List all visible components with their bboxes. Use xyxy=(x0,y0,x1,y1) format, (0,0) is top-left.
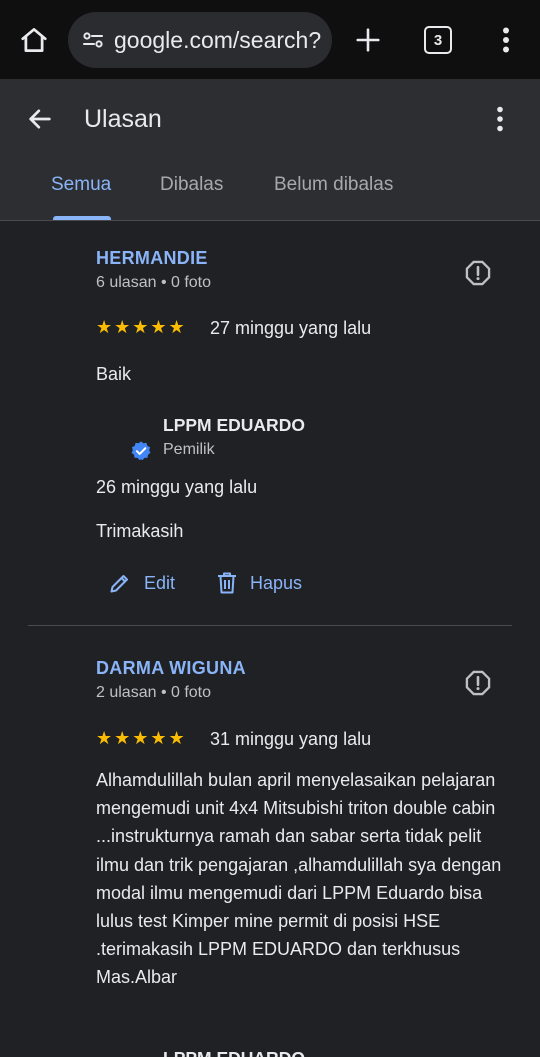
tab-switcher-button[interactable]: 3 xyxy=(424,26,452,54)
delete-label: Hapus xyxy=(250,572,303,593)
verified-badge-icon xyxy=(131,441,151,461)
reviewer-meta: 6 ulasan • 0 foto xyxy=(96,274,212,291)
reviewer-name[interactable]: DARMA WIGUNA xyxy=(96,658,246,679)
trash-icon xyxy=(218,572,236,594)
more-options-icon[interactable] xyxy=(488,103,512,135)
reviewer-meta: 2 ulasan • 0 foto xyxy=(96,684,212,701)
page-title: Ulasan xyxy=(84,105,162,133)
reply-text: Trimakasih xyxy=(96,521,184,541)
pencil-icon xyxy=(110,575,128,593)
review-time: 31 minggu yang lalu xyxy=(210,729,372,749)
url-text: google.com/search? xyxy=(114,26,322,53)
active-tab-indicator xyxy=(53,216,111,220)
reply-time: 26 minggu yang lalu xyxy=(96,477,258,497)
address-bar[interactable]: google.com/search? xyxy=(68,12,332,68)
edit-reply-button[interactable]: Edit xyxy=(108,571,175,595)
review-text: Baik xyxy=(96,364,132,384)
report-icon[interactable] xyxy=(463,668,493,698)
owner-role: Pemilik xyxy=(163,441,215,458)
report-icon[interactable] xyxy=(463,258,493,288)
tab-semua[interactable]: Semua xyxy=(51,173,111,197)
site-settings-icon[interactable] xyxy=(80,27,106,53)
reviewer-name[interactable]: HERMANDIE xyxy=(96,248,208,269)
delete-reply-button[interactable]: Hapus xyxy=(216,571,302,595)
star-rating: ★★★★★ xyxy=(96,728,187,748)
tab-count: 3 xyxy=(433,31,443,49)
tab-dibalas[interactable]: Dibalas xyxy=(160,173,223,197)
home-icon[interactable] xyxy=(14,22,54,58)
review-time: 27 minggu yang lalu xyxy=(210,318,372,338)
owner-name: LPPM EDUARDO xyxy=(163,415,305,435)
browser-toolbar: google.com/search? 3 xyxy=(0,0,540,79)
edit-label: Edit xyxy=(144,572,176,593)
back-arrow-icon[interactable] xyxy=(22,103,58,135)
review-divider xyxy=(28,625,512,626)
owner-name: LPPM EDUARDO xyxy=(163,1048,305,1057)
star-rating: ★★★★★ xyxy=(96,317,187,337)
tab-belum-dibalas[interactable]: Belum dibalas xyxy=(274,173,393,197)
browser-menu-icon[interactable] xyxy=(494,24,518,56)
new-tab-icon[interactable] xyxy=(350,22,386,58)
review-text: Alhamdulillah bulan april menyelasaikan … xyxy=(96,770,502,988)
reviews-header: Ulasan Semua Dibalas Belum dibalas xyxy=(0,79,540,221)
